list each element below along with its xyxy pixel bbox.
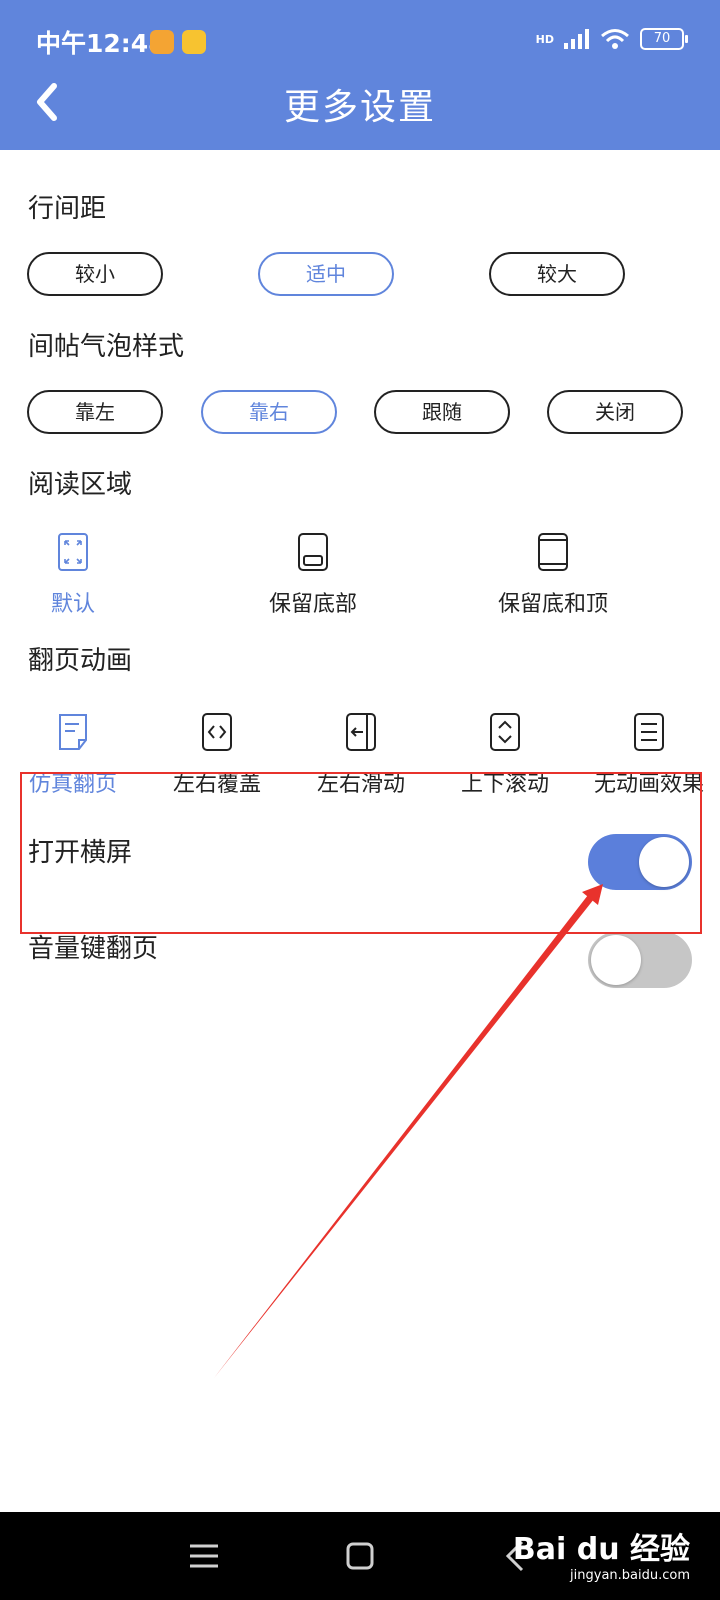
signal-icon — [564, 29, 589, 49]
bubble-follow-button[interactable]: 跟随 — [374, 390, 510, 434]
hd-indicator: HD — [535, 32, 554, 46]
weibo-app-icon — [182, 30, 206, 54]
line-spacing-small-button[interactable]: 较小 — [27, 252, 163, 296]
status-time: 中午12:48 — [36, 29, 166, 58]
reading-area-bottom-label: 保留底部 — [268, 592, 357, 617]
reserve-bottom-icon — [298, 533, 328, 571]
wifi-icon — [601, 29, 629, 49]
reading-area-label: 阅读区域 — [28, 470, 133, 500]
horizontal-slide-icon — [346, 713, 376, 751]
vertical-scroll-icon — [490, 713, 520, 751]
bubble-left-button[interactable]: 靠左 — [27, 390, 163, 434]
bubble-right-button[interactable]: 靠右 — [201, 390, 337, 434]
battery-level: 70 — [653, 31, 671, 46]
page-title: 更多设置 — [283, 87, 436, 128]
watermark-sub: jingyan.baidu.com — [570, 1568, 690, 1583]
home-icon[interactable] — [338, 1534, 382, 1578]
battery-icon: 70 — [640, 28, 688, 50]
reading-area-top-bottom-label: 保留底和顶 — [497, 592, 608, 617]
line-spacing-label: 行间距 — [28, 194, 107, 224]
line-spacing-medium-button[interactable]: 适中 — [258, 252, 394, 296]
menu-icon[interactable] — [182, 1534, 226, 1578]
page-curl-icon — [59, 714, 87, 750]
no-animation-icon — [634, 713, 664, 751]
annotation-highlight-box — [20, 772, 702, 934]
expand-icon — [58, 533, 88, 571]
reading-area-default-option[interactable]: 默认 — [22, 532, 124, 618]
bubble-off-button[interactable]: 关闭 — [547, 390, 683, 434]
system-nav-bar: Bai du 经验 jingyan.baidu.com — [0, 1512, 720, 1600]
page-animation-label: 翻页动画 — [28, 646, 133, 676]
volume-key-toggle[interactable] — [588, 932, 692, 988]
reading-area-bottom-option[interactable]: 保留底部 — [248, 532, 378, 618]
bubble-style-label: 间帖气泡样式 — [28, 332, 185, 362]
baidu-watermark: Bai du 经验 jingyan.baidu.com — [513, 1524, 690, 1583]
app-header: 中午12:48 HD 70 更多设置 — [0, 0, 720, 150]
line-spacing-large-button[interactable]: 较大 — [489, 252, 625, 296]
toggle-knob — [591, 935, 641, 985]
watermark-main: Bai du 经验 — [512, 1532, 690, 1567]
status-indicators: HD 70 — [535, 28, 688, 50]
horizontal-cover-icon — [202, 713, 232, 751]
reading-area-top-bottom-option[interactable]: 保留底和顶 — [476, 532, 630, 618]
notes-app-icon — [150, 30, 174, 54]
reading-area-default-label: 默认 — [50, 592, 95, 617]
reserve-top-bottom-icon — [538, 533, 568, 571]
